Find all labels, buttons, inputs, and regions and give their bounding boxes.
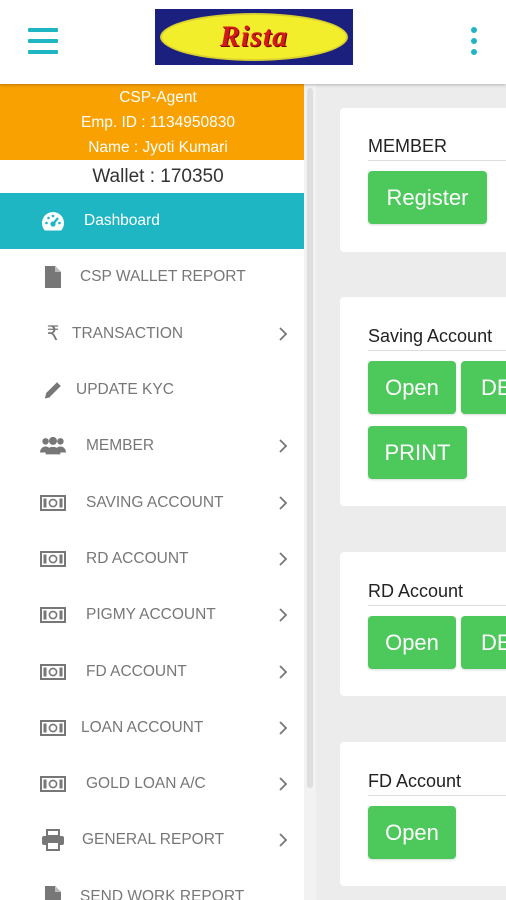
money-icon <box>40 550 66 567</box>
register-button[interactable]: Register <box>368 171 487 224</box>
sidebar-item-label: FD ACCOUNT <box>86 662 187 680</box>
money-icon <box>40 494 66 511</box>
pencil-icon <box>40 380 66 400</box>
sidebar-item-fd-account[interactable]: FD ACCOUNT <box>0 643 316 699</box>
saving-de-button[interactable]: DE <box>461 361 506 414</box>
sidebar-item-rd-account[interactable]: RD ACCOUNT <box>0 531 316 587</box>
card-title: MEMBER <box>368 136 448 156</box>
saving-print-button[interactable]: PRINT <box>368 426 467 479</box>
agent-info-panel: CSP-Agent Emp. ID : 1134950830 Name : Jy… <box>0 84 316 160</box>
card-title: FD Account <box>368 771 462 791</box>
sidebar-scrollbar[interactable] <box>304 84 316 900</box>
users-icon <box>40 436 66 456</box>
fd-account-card: FD Account Open <box>340 742 506 886</box>
navigation-drawer: CSP-Agent Emp. ID : 1134950830 Name : Jy… <box>0 84 316 900</box>
card-title: Saving Account <box>368 326 493 346</box>
document-icon <box>40 885 66 900</box>
rd-open-button[interactable]: Open <box>368 616 456 669</box>
document-icon <box>40 266 66 289</box>
card-divider <box>368 160 506 161</box>
card-divider <box>368 350 506 351</box>
chevron-right-icon <box>279 833 288 848</box>
sidebar-item-gold-loan[interactable]: GOLD LOAN A/C <box>0 756 316 812</box>
chevron-right-icon <box>279 495 288 510</box>
rd-account-card: RD Account Open DE <box>340 552 506 696</box>
sidebar-item-label: MEMBER <box>86 437 155 455</box>
sidebar-item-loan-account[interactable]: LOAN ACCOUNT <box>0 700 316 756</box>
hamburger-menu-icon[interactable] <box>28 28 58 54</box>
card-title: RD Account <box>368 581 464 601</box>
member-card: MEMBER Register <box>340 108 506 252</box>
chevron-right-icon <box>279 552 288 566</box>
chevron-right-icon <box>279 721 288 735</box>
saving-open-button[interactable]: Open <box>368 361 456 414</box>
sidebar-item-label: SEND WORK REPORT <box>80 887 245 900</box>
card-divider <box>368 605 506 606</box>
chevron-right-icon <box>279 608 288 622</box>
kebab-menu-icon[interactable] <box>468 27 480 57</box>
logo-oval: Rista <box>160 13 348 61</box>
sidebar-item-general-report[interactable]: GENERAL REPORT <box>0 812 316 868</box>
rupee-icon: ₹ <box>46 323 60 346</box>
top-app-bar: Rista <box>0 0 506 84</box>
sidebar-item-transaction[interactable]: ₹ TRANSACTION <box>0 306 316 362</box>
card-divider <box>368 795 506 796</box>
sidebar-item-label: GOLD LOAN A/C <box>86 775 206 793</box>
chevron-right-icon <box>279 664 288 679</box>
logo-text: Rista <box>219 20 289 53</box>
saving-account-card: Saving Account Open DE PRINT <box>340 297 506 506</box>
sidebar-item-update-kyc[interactable]: UPDATE KYC <box>0 362 316 418</box>
scrollbar-thumb[interactable] <box>307 88 313 788</box>
money-icon <box>40 663 66 680</box>
dashboard-content: MEMBER Register Saving Account Open DE P… <box>316 84 506 900</box>
money-icon <box>40 607 66 624</box>
printer-icon <box>40 829 66 852</box>
sidebar-item-label: RD ACCOUNT <box>86 549 189 567</box>
sidebar-item-label: GENERAL REPORT <box>82 831 225 849</box>
rd-de-button[interactable]: DE <box>461 616 506 669</box>
wallet-balance: Wallet : 170350 <box>92 166 224 187</box>
chevron-right-icon <box>279 327 288 341</box>
sidebar-item-label: SAVING ACCOUNT <box>86 493 224 511</box>
chevron-right-icon <box>279 777 288 791</box>
sidebar-item-label: PIGMY ACCOUNT <box>86 606 216 624</box>
money-icon <box>40 719 66 736</box>
chevron-right-icon <box>279 439 288 453</box>
dashboard-gauge-icon <box>40 210 66 232</box>
sidebar-item-send-work-report[interactable]: SEND WORK REPORT <box>0 869 316 900</box>
sidebar-item-member[interactable]: MEMBER <box>0 418 316 474</box>
sidebar-item-label: LOAN ACCOUNT <box>81 718 204 736</box>
sidebar-item-csp-wallet-report[interactable]: CSP WALLET REPORT <box>0 249 316 305</box>
sidebar-item-dashboard[interactable]: Dashboard <box>0 193 316 250</box>
logo: Rista <box>155 9 353 65</box>
agent-name: Name : Jyoti Kumari <box>88 139 228 156</box>
agent-emp-id: Emp. ID : 1134950830 <box>81 114 235 131</box>
sidebar-item-label: TRANSACTION <box>72 324 184 342</box>
sidebar-item-saving-account[interactable]: SAVING ACCOUNT <box>0 474 316 530</box>
money-icon <box>40 776 66 793</box>
agent-role: CSP-Agent <box>119 89 197 106</box>
sidebar-item-label: Dashboard <box>84 212 160 230</box>
sidebar-item-pigmy-account[interactable]: PIGMY ACCOUNT <box>0 587 316 643</box>
fd-open-button[interactable]: Open <box>368 806 456 859</box>
sidebar-item-label: UPDATE KYC <box>76 381 174 399</box>
sidebar-item-label: CSP WALLET REPORT <box>80 268 246 286</box>
